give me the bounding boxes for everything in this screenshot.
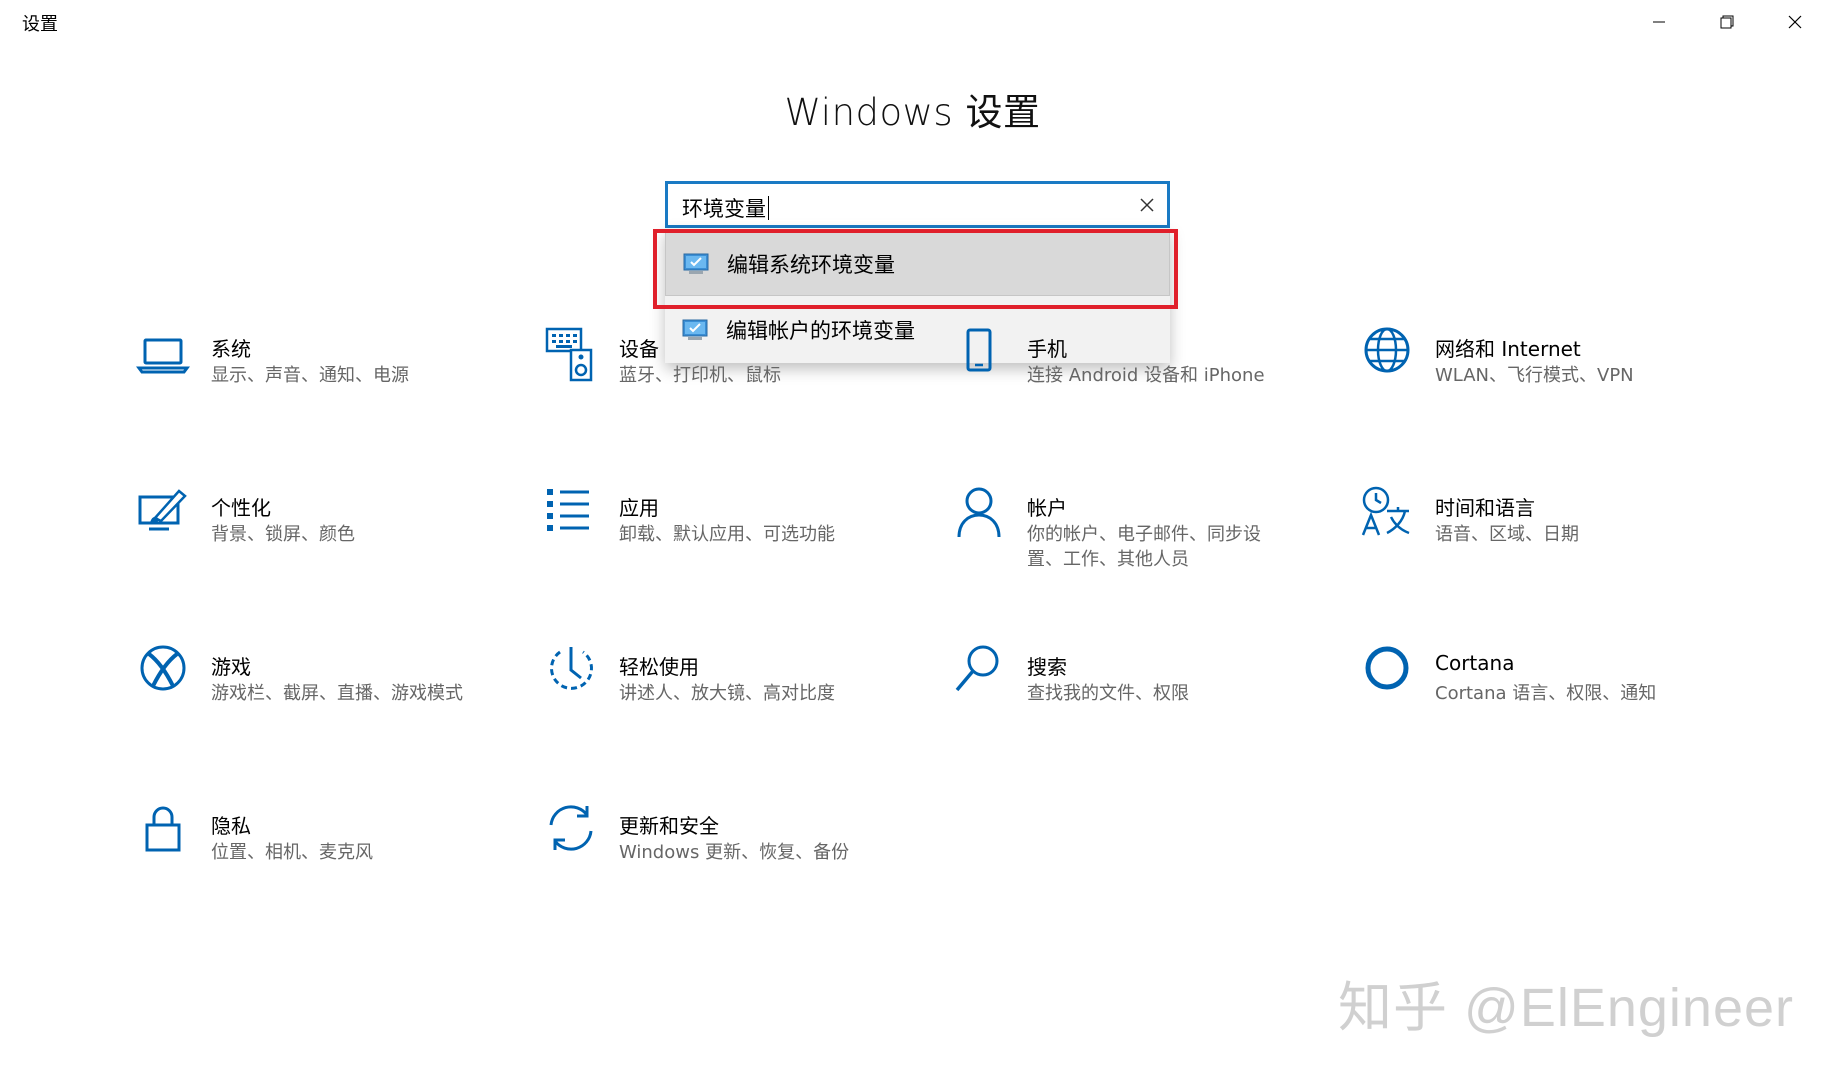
window-title: 设置 [22, 14, 58, 35]
tile-title: 帐户 [1027, 496, 1067, 520]
control-panel-icon [683, 253, 709, 274]
page-title: Windows 设置 [784, 91, 1041, 134]
tile-title: 时间和语言 [1435, 496, 1535, 520]
ease-of-access-icon [543, 644, 599, 700]
tile-subtitle: Cortana 语言、权限、通知 [1435, 683, 1657, 704]
phone-icon [951, 326, 1007, 382]
sync-icon [543, 803, 599, 859]
xbox-icon [135, 644, 191, 700]
cortana-icon [1359, 644, 1415, 700]
title-bar: 设置 [0, 0, 1825, 44]
close-button[interactable] [1761, 0, 1825, 44]
tile-subtitle: WLAN、飞行模式、VPN [1435, 365, 1634, 386]
search-input[interactable]: 环境变量 [665, 181, 1170, 228]
tile-update-security[interactable]: 更新和安全 Windows 更新、恢复、备份 [543, 803, 923, 903]
minimize-button[interactable] [1625, 0, 1693, 44]
tile-title: 隐私 [211, 814, 251, 838]
time-language-icon [1359, 485, 1415, 541]
tile-subtitle: 讲述人、放大镜、高对比度 [619, 683, 835, 704]
tile-subtitle: 语音、区域、日期 [1435, 524, 1579, 545]
search-icon [951, 644, 1007, 700]
keyboard-speaker-icon [543, 326, 599, 382]
tile-title: Cortana [1435, 651, 1515, 675]
tile-title: 轻松使用 [619, 655, 699, 679]
tile-title: 应用 [619, 496, 659, 520]
minimize-icon [1653, 21, 1665, 23]
tile-title: 更新和安全 [619, 814, 719, 838]
tile-privacy[interactable]: 隐私 位置、相机、麦克风 [135, 803, 515, 903]
tile-title: 系统 [211, 337, 251, 361]
tile-subtitle: 卸载、默认应用、可选功能 [619, 524, 835, 545]
tile-phone[interactable]: 手机 连接 Android 设备和 iPhone [951, 326, 1331, 426]
tile-subtitle: Windows 更新、恢复、备份 [619, 842, 850, 863]
tile-ease-of-access[interactable]: 轻松使用 讲述人、放大镜、高对比度 [543, 644, 923, 744]
tile-apps[interactable]: 应用 卸载、默认应用、可选功能 [543, 485, 923, 585]
suggestion-label: 编辑系统环境变量 [727, 253, 895, 277]
text-caret [768, 196, 769, 220]
watermark: 知乎 @ElEngineer [1338, 978, 1794, 1038]
restore-icon [1720, 15, 1734, 29]
tile-title: 游戏 [211, 655, 251, 679]
lock-icon [135, 803, 191, 859]
person-icon [951, 485, 1007, 541]
tile-subtitle: 显示、声音、通知、电源 [211, 365, 409, 386]
tile-subtitle: 位置、相机、麦克风 [211, 842, 373, 863]
tile-system[interactable]: 系统 显示、声音、通知、电源 [135, 326, 515, 426]
tile-subtitle: 背景、锁屏、颜色 [211, 524, 355, 545]
clear-search-icon[interactable] [1137, 195, 1157, 215]
tile-title: 搜索 [1027, 655, 1067, 679]
tile-title: 个性化 [211, 496, 271, 520]
tile-subtitle: 连接 Android 设备和 iPhone [1027, 365, 1265, 386]
tile-subtitle: 蓝牙、打印机、鼠标 [619, 365, 781, 386]
tile-devices[interactable]: 设备 蓝牙、打印机、鼠标 [543, 326, 923, 426]
tile-network[interactable]: 网络和 Internet WLAN、飞行模式、VPN [1359, 326, 1739, 426]
list-icon [543, 485, 599, 541]
search-value[interactable]: 环境变量 [682, 193, 769, 223]
close-icon [1788, 15, 1802, 29]
restore-button[interactable] [1693, 0, 1761, 44]
tile-subtitle: 查找我的文件、权限 [1027, 683, 1189, 704]
laptop-icon [135, 326, 191, 382]
tile-subtitle: 游戏栏、截屏、直播、游戏模式 [211, 683, 463, 704]
tile-search[interactable]: 搜索 查找我的文件、权限 [951, 644, 1331, 744]
tile-accounts[interactable]: 帐户 你的帐户、电子邮件、同步设置、工作、其他人员 [951, 485, 1331, 585]
tile-time-language[interactable]: 时间和语言 语音、区域、日期 [1359, 485, 1739, 585]
tile-cortana[interactable]: Cortana Cortana 语言、权限、通知 [1359, 644, 1739, 744]
tile-title: 网络和 Internet [1435, 337, 1581, 361]
tile-gaming[interactable]: 游戏 游戏栏、截屏、直播、游戏模式 [135, 644, 515, 744]
tile-title: 设备 [619, 337, 659, 361]
suggestion-edit-system-env[interactable]: 编辑系统环境变量 [665, 232, 1170, 296]
paint-brush-icon [135, 485, 191, 541]
tile-subtitle: 你的帐户、电子邮件、同步设置、工作、其他人员 [1027, 524, 1261, 570]
tile-title: 手机 [1027, 337, 1067, 361]
tile-personalization[interactable]: 个性化 背景、锁屏、颜色 [135, 485, 515, 585]
globe-icon [1359, 326, 1415, 382]
